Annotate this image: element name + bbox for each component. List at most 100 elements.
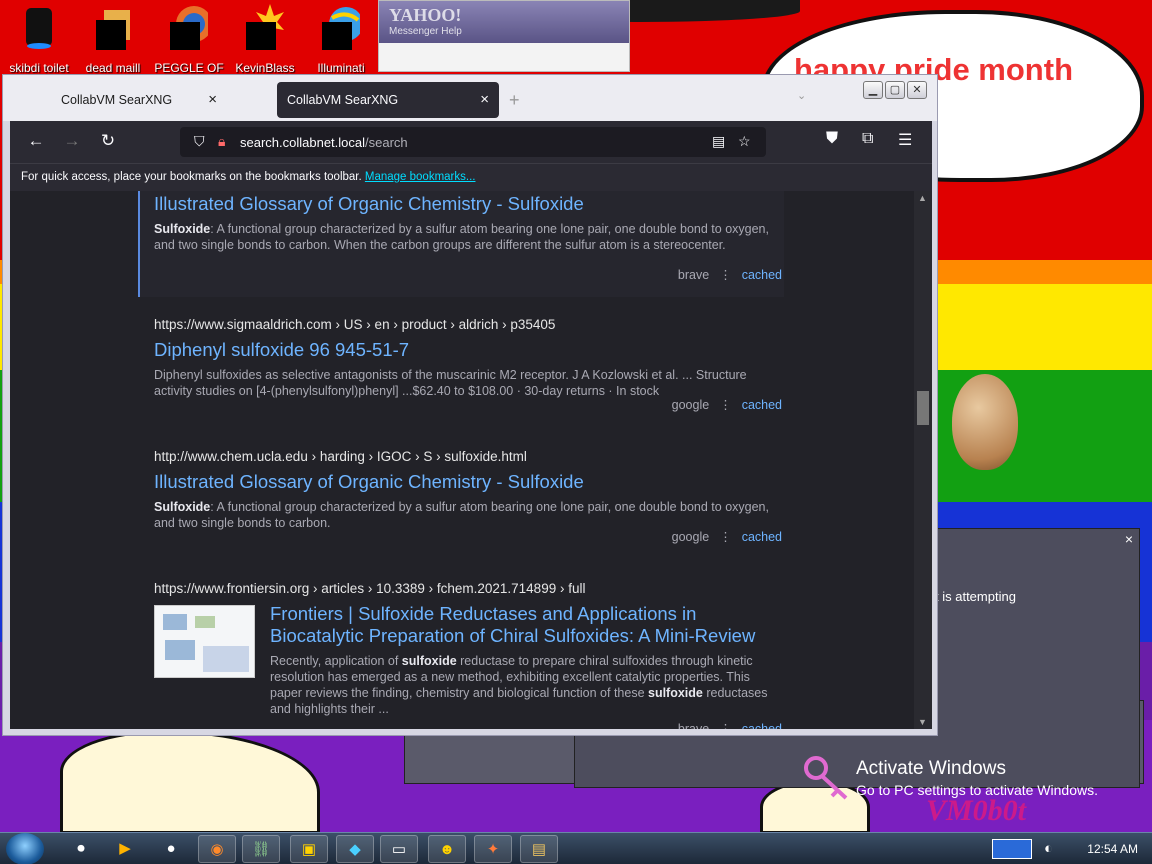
browser-window: CollabVM SearXNG × CollabVM SearXNG × + …: [2, 74, 938, 736]
engine-menu-icon[interactable]: ⋮: [719, 722, 732, 729]
snippet-bold: sulfoxide: [401, 654, 457, 668]
desktop-icon-skibdi[interactable]: skibdi toilet: [0, 4, 78, 75]
tray-app-icon[interactable]: [992, 839, 1032, 859]
result-title[interactable]: Illustrated Glossary of Organic Chemistr…: [154, 193, 784, 215]
monitor-icon[interactable]: ▭: [380, 835, 418, 863]
tray-network-icon[interactable]: ◐: [1044, 840, 1053, 857]
scrollbar-thumb[interactable]: [917, 391, 929, 425]
engine-menu-icon[interactable]: ⋮: [719, 398, 732, 412]
scroll-up-icon[interactable]: ▲: [918, 193, 927, 203]
cached-link[interactable]: cached: [742, 398, 782, 412]
cached-link[interactable]: cached: [742, 530, 782, 544]
tab-strip: CollabVM SearXNG × CollabVM SearXNG × + …: [3, 75, 937, 121]
browser-chrome: ← → ↻ ⛉ 🔒︎ search.collabnet.local/search…: [10, 121, 932, 729]
desktop-icon-dead-maill[interactable]: dead maill: [74, 4, 152, 75]
close-window-button[interactable]: ✕: [907, 81, 927, 99]
result-snippet: Sulfoxide: A functional group characteri…: [154, 221, 784, 253]
tab-close-icon[interactable]: ×: [208, 91, 217, 108]
tab-searxng-1[interactable]: CollabVM SearXNG ×: [5, 82, 227, 118]
result-engines: brave ⋮ cached: [678, 721, 782, 729]
desktop-icon-kevinblass[interactable]: KevinBlass: [226, 4, 304, 75]
close-icon[interactable]: ×: [1125, 531, 1133, 547]
url-host: search.collabnet.local: [240, 135, 366, 150]
search-results-page: Illustrated Glossary of Organic Chemistr…: [10, 191, 932, 729]
gem-icon[interactable]: ◆: [336, 835, 374, 863]
engine-name: brave: [677, 268, 710, 282]
firefox-icon[interactable]: ◉: [198, 835, 236, 863]
desktop-icon-peggle[interactable]: PEGGLE OF: [150, 4, 228, 75]
engine-menu-icon[interactable]: ⋮: [719, 530, 732, 544]
bookmark-star-icon[interactable]: ☆: [738, 133, 751, 150]
result-title[interactable]: Illustrated Glossary of Organic Chemistr…: [154, 471, 784, 493]
scroll-down-icon[interactable]: ▼: [918, 717, 927, 727]
search-result: https://www.frontiersin.org › articles ›…: [154, 581, 784, 729]
tab-close-icon[interactable]: ×: [480, 91, 489, 108]
url-bar[interactable]: ⛉ 🔒︎ search.collabnet.local/search ▤ ☆: [180, 127, 766, 157]
page-scrollbar[interactable]: ▲ ▼: [914, 191, 932, 729]
media-icon[interactable]: ⏺: [62, 835, 100, 863]
system-tray: ◐ 12:54 AM: [992, 835, 1152, 863]
maximize-button[interactable]: ▢: [885, 81, 905, 99]
result-url[interactable]: http://www.chem.ucla.edu › harding › IGO…: [154, 449, 784, 464]
reload-icon[interactable]: ↻: [96, 131, 120, 151]
cached-link[interactable]: cached: [742, 268, 782, 282]
forward-arrow-icon[interactable]: →: [60, 131, 84, 151]
bookmarks-hint: For quick access, place your bookmarks o…: [21, 171, 362, 183]
manage-bookmarks-link[interactable]: Manage bookmarks...: [365, 171, 476, 183]
result-thumbnail[interactable]: [154, 605, 255, 678]
snippet-bold: Sulfoxide: [154, 500, 211, 514]
result-snippet: Sulfoxide: A functional group characteri…: [154, 499, 784, 531]
folder-icon: [96, 10, 130, 50]
start-button[interactable]: [6, 833, 44, 864]
desktop-icon-label: dead maill: [85, 61, 141, 75]
result-engines: google ⋮ cached: [672, 529, 782, 544]
key-icon: [804, 756, 848, 800]
reader-view-icon[interactable]: ▤: [712, 133, 725, 150]
back-arrow-icon[interactable]: ←: [24, 131, 48, 151]
network-icon[interactable]: ⛓: [242, 835, 280, 863]
desktop-icon-label: KevinBlass: [235, 61, 295, 75]
ie-globe-icon: [322, 7, 363, 50]
tab-list-chevron-icon[interactable]: ⌄: [797, 89, 806, 102]
taskbar: ⏺ ▶ ● ◉ ⛓ ▣ ◆ ▭ ☻ ✦ ▤ ◐ 12:54 AM: [0, 832, 1152, 864]
url-path: /search: [365, 135, 408, 150]
result-highlight-bar: [138, 191, 140, 297]
star-icon[interactable]: ✦: [474, 835, 512, 863]
desktop-icon-label: Illuminati: [317, 61, 365, 75]
terminal-icon[interactable]: ▣: [290, 835, 328, 863]
snippet-bold: Sulfoxide: [154, 222, 211, 236]
snippet-text: : A functional group characterized by a …: [154, 222, 769, 252]
engine-menu-icon[interactable]: ⋮: [719, 268, 732, 282]
result-url[interactable]: https://www.sigmaaldrich.com › US › en ›…: [154, 317, 784, 332]
search-result: https://www.sigmaaldrich.com › US › en ›…: [154, 317, 784, 421]
result-title[interactable]: Diphenyl sulfoxide 96 945-51-7: [154, 339, 784, 361]
extensions-icon[interactable]: ⧉: [862, 130, 873, 148]
menu-hamburger-icon[interactable]: ☰: [898, 130, 912, 150]
emoji-icon[interactable]: ☻: [428, 835, 466, 863]
nav-toolbar: ← → ↻ ⛉ 🔒︎ search.collabnet.local/search…: [10, 121, 932, 163]
search-result: Illustrated Glossary of Organic Chemistr…: [154, 193, 784, 297]
trash-bin-icon: [26, 8, 52, 49]
starburst-icon: [246, 4, 284, 50]
shield-icon[interactable]: ⛉: [194, 133, 205, 150]
desktop-icon-label: PEGGLE OF: [154, 61, 224, 75]
clock[interactable]: 12:54 AM: [1087, 842, 1138, 856]
lock-warning-icon[interactable]: 🔒︎: [218, 133, 225, 150]
activate-title: Activate Windows: [856, 758, 1006, 779]
vm-tag: VM0b0t: [926, 794, 1027, 827]
yahoo-messenger-window: YAHOO! Messenger Help: [378, 0, 630, 72]
cached-link[interactable]: cached: [742, 722, 782, 729]
tab-searxng-2[interactable]: CollabVM SearXNG ×: [277, 82, 499, 118]
engine-name: google: [671, 530, 710, 544]
result-url[interactable]: https://www.frontiersin.org › articles ›…: [154, 581, 784, 596]
yahoo-menu[interactable]: Messenger Help: [389, 26, 619, 37]
result-title[interactable]: Frontiers | Sulfoxide Reductases and App…: [270, 603, 780, 647]
app-icon[interactable]: ●: [152, 835, 190, 863]
snippet-text: : A functional group characterized by a …: [154, 500, 769, 530]
folder-icon[interactable]: ▤: [520, 835, 558, 863]
minimize-button[interactable]: ▁: [863, 81, 883, 99]
pocket-icon[interactable]: ⛊: [826, 130, 838, 148]
new-tab-button[interactable]: +: [509, 90, 520, 111]
desktop-icon-illuminati[interactable]: Illuminati: [302, 4, 380, 75]
player-icon[interactable]: ▶: [106, 835, 144, 863]
